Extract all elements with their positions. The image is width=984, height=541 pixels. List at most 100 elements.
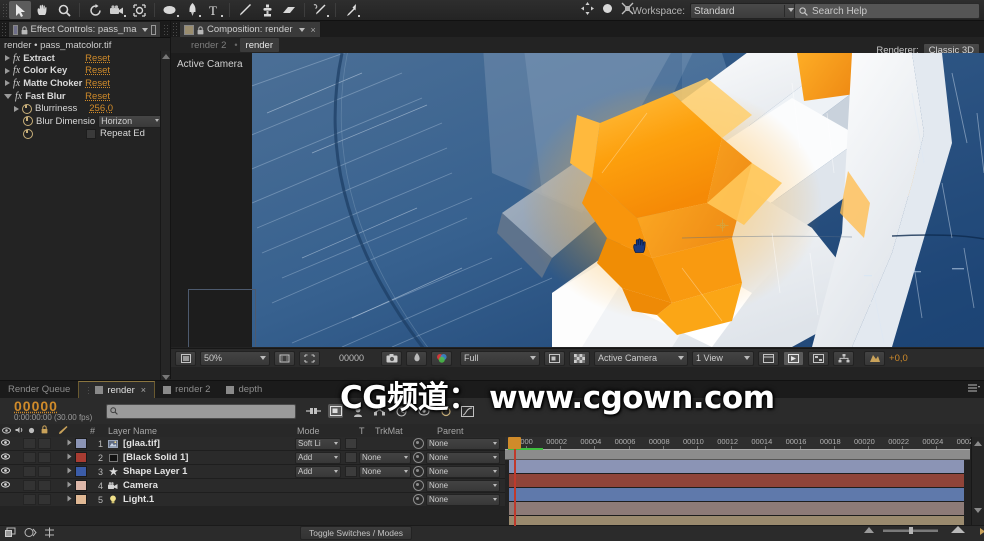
effect-controls-grip-right[interactable] (163, 23, 171, 35)
layer-label-color[interactable] (75, 466, 87, 477)
comp-flowchart-icon[interactable] (5, 527, 18, 541)
always-preview-button[interactable] (175, 350, 196, 366)
rotation-tool[interactable] (84, 1, 106, 19)
layer-solo-toggle[interactable] (23, 452, 36, 463)
toggle-switches-icon[interactable] (24, 527, 37, 541)
stopwatch-icon[interactable] (23, 116, 33, 127)
region-of-interest-box[interactable] (188, 289, 256, 347)
selection-tool[interactable] (9, 1, 31, 19)
layer-parent-pickwhip[interactable] (413, 494, 424, 505)
layer-name[interactable]: Light.1 (123, 494, 154, 505)
toolbar-grip[interactable] (2, 3, 9, 17)
layer-expand-triangle-icon[interactable] (64, 466, 75, 477)
choose-grid-guides-button[interactable] (274, 350, 295, 366)
reset-exposure-button[interactable] (864, 350, 886, 366)
camera-tool[interactable] (106, 1, 128, 19)
zoom-tool[interactable] (53, 1, 75, 19)
lock-icon[interactable] (21, 25, 28, 34)
shape-tool[interactable] (159, 1, 181, 19)
eraser-tool[interactable] (278, 1, 300, 19)
effect-row[interactable]: fx Fast Blur Reset (0, 90, 170, 103)
layer-parent-pickwhip[interactable] (413, 466, 424, 477)
layer-parent-pickwhip[interactable] (413, 438, 424, 449)
layer-label-color[interactable] (75, 480, 87, 491)
search-help-input[interactable]: Search Help (794, 3, 980, 19)
timeline-scroll-right-icon[interactable] (978, 527, 984, 539)
effect-param-repeat-edge[interactable]: Repeat Ed (0, 128, 170, 141)
roto-brush-tool[interactable] (309, 1, 331, 19)
timeline-zoom-slider[interactable] (861, 525, 971, 539)
timeline-panel-menu-icon[interactable] (968, 384, 980, 396)
layer-visibility-toggle[interactable] (0, 453, 11, 462)
effect-param-blur-dimension[interactable]: Blur Dimensio Horizon (0, 114, 170, 128)
axis-mode-world-icon[interactable] (602, 3, 613, 17)
type-tool[interactable]: T (203, 1, 225, 19)
layer-name[interactable]: [glaa.tif] (123, 438, 160, 449)
layer-mode-select[interactable]: Soft Li (295, 437, 341, 450)
layer-trkmat-select[interactable]: None (359, 451, 411, 464)
timeline-flowchart-button[interactable] (808, 350, 830, 366)
table-row[interactable]: 3 Shape Layer 1 Add None None (0, 465, 505, 479)
disclosure-triangle-icon[interactable] (5, 67, 10, 74)
pen-tool[interactable] (181, 1, 203, 19)
blur-dimension-select[interactable]: Horizon (98, 114, 163, 128)
layer-mode-select[interactable]: Add (295, 465, 341, 478)
repeat-edge-checkbox[interactable] (86, 128, 96, 139)
toggle-transparency-grid-button[interactable] (569, 350, 591, 366)
panel-menu-icon[interactable] (298, 27, 305, 32)
scroll-up-icon[interactable] (161, 54, 170, 59)
layer-solo-toggle[interactable] (23, 494, 36, 505)
lock-icon[interactable] (197, 25, 204, 34)
composition-mini-flowchart-icon[interactable] (306, 404, 321, 418)
layer-lock-toggle[interactable] (38, 452, 51, 463)
layer-expand-triangle-icon[interactable] (64, 480, 75, 491)
current-time-indicator[interactable] (514, 437, 516, 526)
resolution-select[interactable]: Full (460, 350, 541, 366)
toggle-mask-paths-button[interactable] (544, 350, 566, 366)
layer-lock-toggle[interactable] (38, 466, 51, 477)
show-snapshot-button[interactable] (406, 350, 428, 366)
subtab-render[interactable]: render (239, 38, 280, 52)
pixel-aspect-correction-button[interactable] (758, 350, 780, 366)
effect-row[interactable]: fx Color Key Reset (0, 65, 170, 78)
puppet-pin-tool[interactable] (340, 1, 362, 19)
effect-controls-scrollbar[interactable] (160, 51, 170, 383)
effect-reset-link[interactable]: Reset (85, 91, 110, 102)
layer-expand-triangle-icon[interactable] (64, 438, 75, 449)
clone-stamp-tool[interactable] (256, 1, 278, 19)
composition-grip[interactable] (172, 22, 179, 36)
current-time-display[interactable]: 00000 0:00:00:00 (30.00 fps) (14, 399, 106, 422)
stopwatch-icon[interactable] (22, 103, 32, 114)
layer-label-color[interactable] (75, 452, 87, 463)
region-of-interest-button[interactable] (299, 350, 320, 366)
layer-expand-triangle-icon[interactable] (64, 452, 75, 463)
tab-render-queue[interactable]: Render Queue (0, 382, 78, 398)
tab-render-2[interactable]: render 2 (155, 382, 218, 398)
layer-lock-toggle[interactable] (38, 494, 51, 505)
workspace-select[interactable]: Standard (690, 3, 798, 19)
layer-parent-select[interactable]: None (426, 465, 500, 478)
brush-tool[interactable] (234, 1, 256, 19)
close-icon[interactable]: × (311, 25, 316, 35)
layer-label-color[interactable] (75, 494, 87, 505)
layer-trkmat-select[interactable]: None (359, 465, 411, 478)
tab-grip[interactable] (87, 385, 92, 395)
effect-param-blurriness[interactable]: Blurriness 256,0 (0, 102, 170, 115)
layer-parent-select[interactable]: None (426, 493, 500, 506)
layer-duration-bar[interactable] (509, 460, 964, 474)
composition-flowchart-button[interactable] (833, 350, 855, 366)
layer-duration-bar[interactable] (509, 502, 964, 516)
composition-canvas[interactable] (252, 53, 984, 347)
show-channel-button[interactable] (431, 350, 453, 366)
effect-controls-tab[interactable]: Effect Controls: pass_ma (7, 21, 162, 37)
disclosure-triangle-icon[interactable] (14, 105, 19, 112)
scroll-down-icon[interactable] (974, 508, 982, 513)
disclosure-triangle-icon[interactable] (5, 55, 10, 62)
panel-menu-icon[interactable] (142, 27, 149, 32)
layer-name[interactable]: [Black Solid 1] (123, 452, 188, 463)
layer-label-color[interactable] (75, 438, 87, 449)
scroll-up-icon[interactable] (974, 441, 982, 446)
layer-lock-toggle[interactable] (38, 480, 51, 491)
param-value[interactable]: 256,0 (89, 103, 113, 114)
view-layout-select[interactable]: 1 View (692, 350, 755, 366)
